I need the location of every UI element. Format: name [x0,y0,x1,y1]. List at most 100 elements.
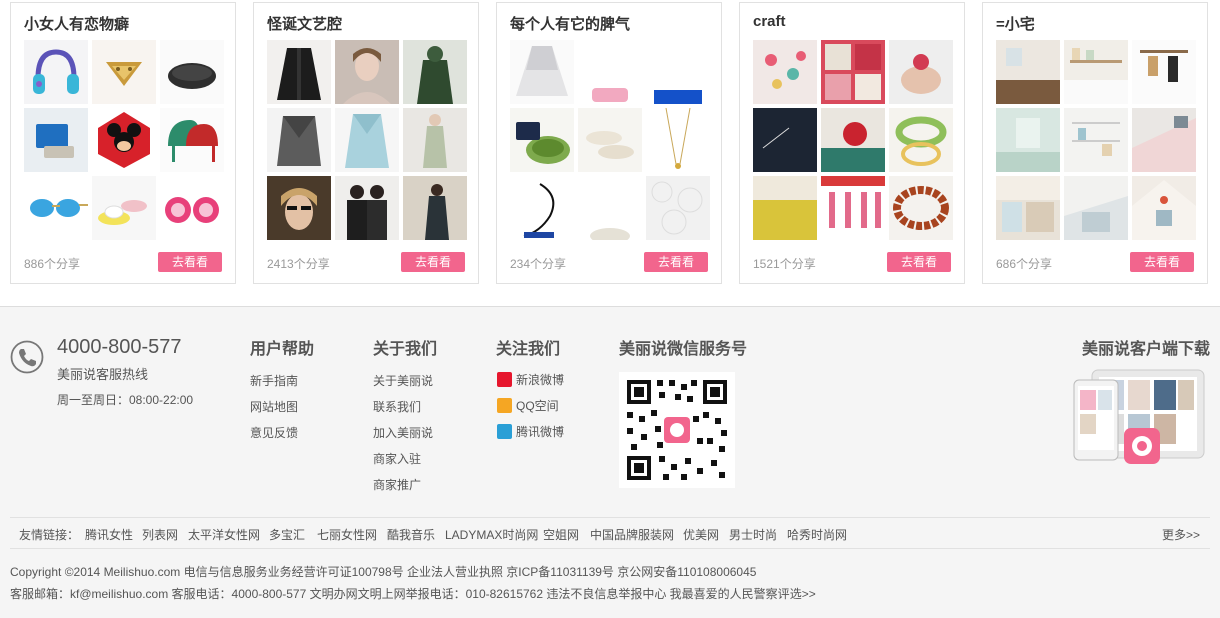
wechat-title: 美丽说微信服务号 [619,341,748,358]
board-title[interactable]: 每个人有它的脾气 [510,13,630,34]
friend-link[interactable]: 中国品牌服装网 [590,526,674,543]
view-board-button[interactable]: 去看看 [158,252,222,272]
board-card[interactable]: 小女人有恋物癖 886个分享 去看看 [10,2,236,284]
friend-link[interactable]: LADYMAX时尚网 [445,526,538,543]
board-title[interactable]: craft [753,13,786,30]
link-about[interactable]: 关于美丽说 [373,372,433,389]
link-qzone[interactable]: QQ空间 [497,397,559,414]
friend-link[interactable]: 酷我音乐 [387,526,435,543]
board-thumbnails[interactable] [267,40,467,240]
teacups-image[interactable] [92,176,156,240]
craft-grid-image[interactable] [821,40,885,104]
blue-coat-image[interactable] [335,108,399,172]
view-board-button[interactable]: 去看看 [401,252,465,272]
lace-image[interactable] [646,176,710,240]
about-title: 关于我们 [373,341,438,358]
black-beret-image[interactable] [160,40,224,104]
service-hours: 周一至周日：08:00-22:00 [57,393,194,407]
red-wax-seal-image[interactable] [821,108,885,172]
board-card[interactable]: 每个人有它的脾气 234个分享 去看看 [496,2,722,284]
friend-link[interactable]: 优美网 [683,526,719,543]
board-title[interactable]: =小宅 [996,13,1035,34]
portrait-woman-image[interactable] [335,40,399,104]
link-weibo[interactable]: 新浪微博 [497,371,564,388]
mickey-bag-image[interactable] [92,108,156,172]
craft-pins-image[interactable] [753,40,817,104]
more-links-button[interactable]: 更多>> [1162,526,1200,543]
board-thumbnails[interactable] [753,40,953,240]
dark-fabric-image[interactable] [753,108,817,172]
girl-portrait-image[interactable] [267,176,331,240]
friend-link[interactable]: 多宝汇 [269,526,305,543]
view-board-button[interactable]: 去看看 [644,252,708,272]
pink-bag-image[interactable] [578,40,642,104]
board-card[interactable]: craft 1521个分享 去看看 [739,2,965,284]
blue-wallet-image[interactable] [24,108,88,172]
share-count: 2413个分享 [267,257,330,271]
two-women-image[interactable] [335,176,399,240]
diagram-tutorial-image[interactable] [821,176,885,240]
mint-room-image[interactable] [996,108,1060,172]
friend-link[interactable]: 太平洋女性网 [188,526,260,543]
model-dress-image[interactable] [403,108,467,172]
white-skirt-image[interactable] [510,40,574,104]
cable-accessory-image[interactable] [510,176,574,240]
white-shelves-image[interactable] [1064,108,1128,172]
green-bowl-image[interactable] [510,108,574,172]
friend-links-label: 友情链接： [19,528,80,542]
necklace-image[interactable] [646,108,710,172]
friend-link[interactable]: 男士时尚 [729,526,777,543]
board-title[interactable]: 小女人有恋物癖 [24,13,129,34]
friend-link[interactable]: 七丽女性网 [317,526,377,543]
headphones-image[interactable] [24,40,88,104]
room-interior-image[interactable] [996,40,1060,104]
friend-link[interactable]: 哈秀时尚网 [787,526,847,543]
grey-jacket-image[interactable] [267,108,331,172]
link-merchant-promo[interactable]: 商家推广 [373,476,421,493]
model-standing-image[interactable] [403,176,467,240]
app-download-image[interactable] [1072,368,1206,472]
link-sitemap[interactable]: 网站地图 [250,398,298,415]
yellow-tutorial-image[interactable] [753,176,817,240]
link-contact[interactable]: 联系我们 [373,398,421,415]
attic-room-image[interactable] [1132,176,1196,240]
footer-divider [0,306,1220,307]
gold-brooch-image[interactable] [92,40,156,104]
board-title[interactable]: 怪诞文艺腔 [267,13,342,34]
friend-link[interactable]: 列表网 [142,526,178,543]
board-thumbnails[interactable] [24,40,224,240]
link-tencent-weibo[interactable]: 腾讯微博 [497,423,564,440]
black-coat-image[interactable] [267,40,331,104]
follow-title: 关注我们 [496,341,561,358]
board-thumbnails[interactable] [510,40,710,240]
friend-link[interactable]: 空姐网 [543,526,579,543]
board-card[interactable]: 怪诞文艺腔 2413个分享 去看看 [253,2,479,284]
loft-room-image[interactable] [1064,176,1128,240]
board-thumbnails[interactable] [996,40,1196,240]
link-new-user-guide[interactable]: 新手指南 [250,372,298,389]
green-hoodie-image[interactable] [403,40,467,104]
pink-glasses-image[interactable] [160,176,224,240]
sunglasses-image[interactable] [24,176,88,240]
link-join[interactable]: 加入美丽说 [373,424,433,441]
wall-hooks-image[interactable] [1132,40,1196,104]
bright-room-image[interactable] [996,176,1060,240]
braided-ring-image[interactable] [889,108,953,172]
knit-hats-image[interactable] [160,108,224,172]
craft-hands-image[interactable] [889,40,953,104]
bead-bracelet-image[interactable] [889,176,953,240]
blue-book-image[interactable] [646,40,710,104]
link-merchant-join[interactable]: 商家入驻 [373,450,421,467]
link-feedback[interactable]: 意见反馈 [250,424,298,441]
board-card[interactable]: =小宅 686个分享 去看看 [982,2,1208,284]
view-board-button[interactable]: 去看看 [887,252,951,272]
view-board-button[interactable]: 去看看 [1130,252,1194,272]
kitchen-shelf-image[interactable] [1064,40,1128,104]
pink-wall-image[interactable] [1132,108,1196,172]
share-count: 686个分享 [996,257,1053,271]
friend-link[interactable]: 腾讯女性 [85,526,133,543]
pattern-fabric-image[interactable] [578,176,642,240]
weibo-icon [497,372,512,387]
flat-shoes-image[interactable] [578,108,642,172]
copyright-line-1: Copyright ©2014 Meilishuo.com 电信与信息服务业务经… [10,565,757,579]
